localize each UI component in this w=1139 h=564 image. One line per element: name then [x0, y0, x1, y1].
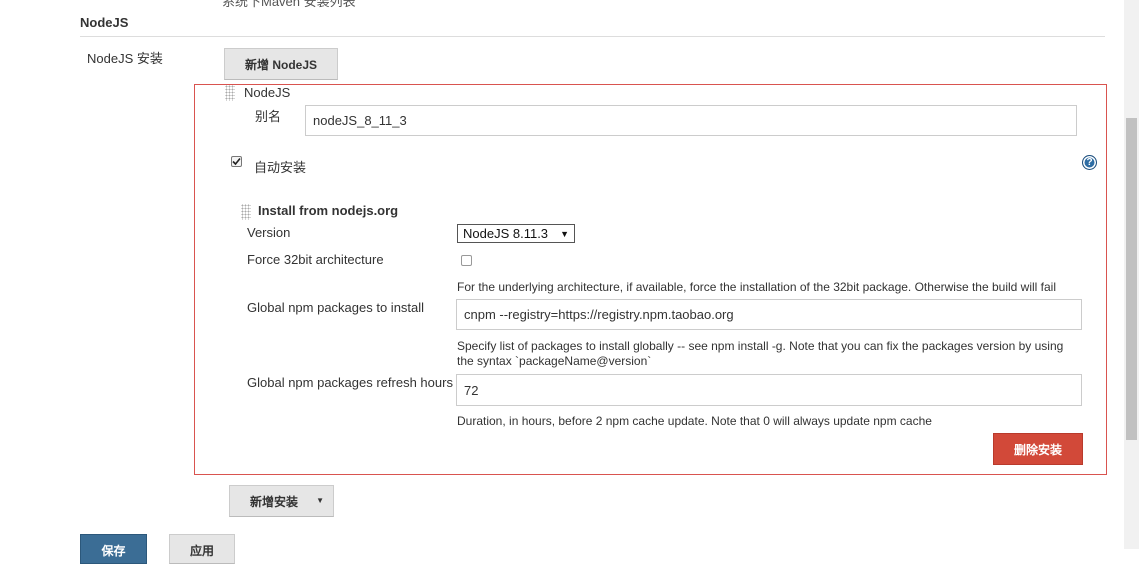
installer-title: Install from nodejs.org: [258, 203, 399, 218]
global-packages-label: Global npm packages to install: [247, 300, 425, 315]
force-32bit-checkbox[interactable]: [461, 255, 472, 266]
delete-installation-button[interactable]: 删除安装: [993, 433, 1083, 465]
checkmark-icon: [232, 157, 241, 166]
version-label: Version: [247, 225, 291, 240]
installation-header: NodeJS: [244, 85, 291, 100]
caret-down-icon: ▼: [316, 496, 324, 505]
alias-input[interactable]: [305, 105, 1077, 136]
apply-button[interactable]: 应用: [169, 534, 235, 564]
auto-install-checkbox[interactable]: [231, 156, 242, 167]
refresh-hours-input[interactable]: [456, 374, 1082, 406]
add-installer-label: 新增安装: [250, 494, 299, 509]
global-packages-note: Specify list of packages to install glob…: [457, 339, 1064, 368]
drag-handle-icon[interactable]: [225, 85, 235, 101]
save-button[interactable]: 保存: [80, 534, 147, 564]
section-title: NodeJS: [80, 15, 129, 30]
version-select-value: NodeJS 8.11.3: [463, 226, 549, 241]
scrollbar-thumb[interactable]: [1126, 118, 1137, 440]
dropdown-arrow-icon: ▼: [560, 228, 569, 239]
auto-install-label: 自动安装: [254, 160, 307, 175]
add-installer-button[interactable]: 新增安装 ▼: [229, 485, 334, 517]
version-select[interactable]: NodeJS 8.11.3 ▼: [457, 224, 575, 243]
force-32bit-note: For the underlying architecture, if avai…: [457, 280, 1056, 294]
alias-label: 别名: [255, 109, 282, 124]
nodejs-install-label: NodeJS 安装: [87, 51, 163, 66]
refresh-hours-label: Global npm packages refresh hours: [247, 375, 453, 390]
section-divider: [80, 36, 1105, 37]
global-packages-input[interactable]: [456, 299, 1082, 330]
add-nodejs-button[interactable]: 新增 NodeJS: [224, 48, 338, 80]
previous-section-text: 系统下Maven 安装列表: [222, 0, 356, 9]
refresh-hours-note: Duration, in hours, before 2 npm cache u…: [457, 414, 932, 428]
drag-handle-icon[interactable]: [241, 204, 251, 220]
question-circle-icon[interactable]: ?: [1082, 155, 1097, 170]
force-32bit-label: Force 32bit architecture: [247, 252, 384, 267]
